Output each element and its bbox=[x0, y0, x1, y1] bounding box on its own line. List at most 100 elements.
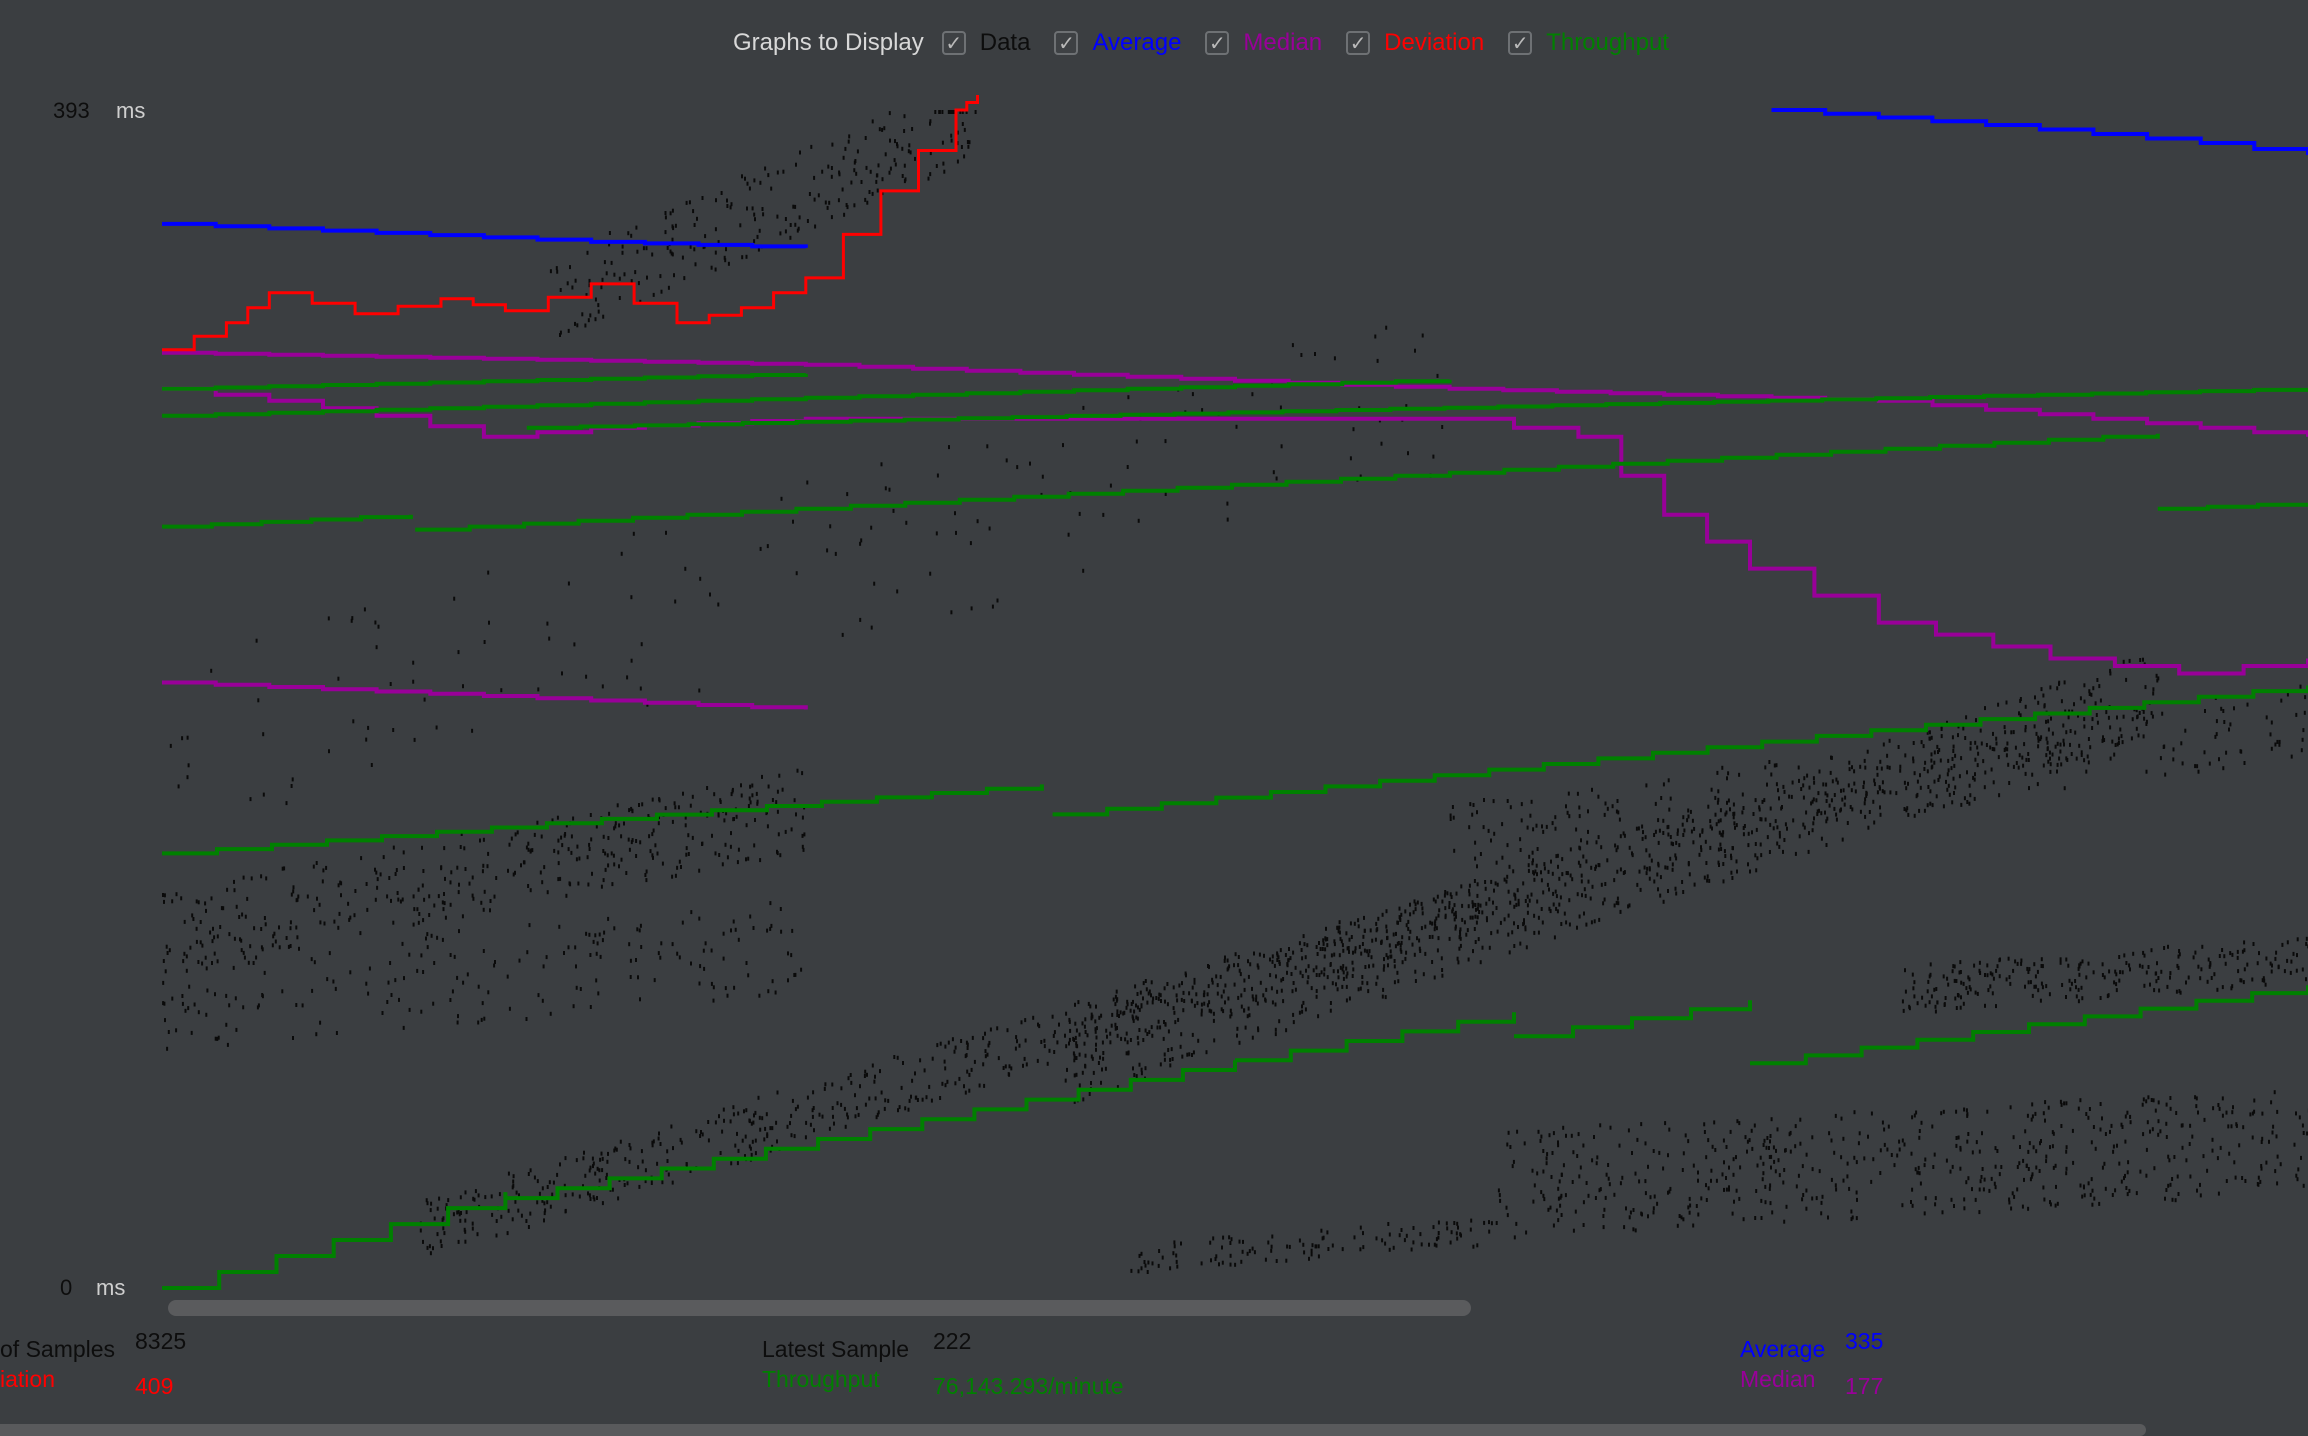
data-point bbox=[1903, 1142, 1906, 1147]
data-point bbox=[1761, 1177, 1764, 1182]
data-point bbox=[1323, 967, 1326, 972]
data-point bbox=[652, 292, 655, 297]
data-point bbox=[1146, 1270, 1149, 1274]
data-point bbox=[1994, 1146, 1997, 1151]
data-point bbox=[1760, 817, 1763, 822]
data-point bbox=[864, 1069, 867, 1074]
data-point bbox=[1486, 918, 1488, 923]
data-point bbox=[456, 975, 459, 980]
data-point bbox=[335, 1031, 338, 1035]
data-point bbox=[2290, 754, 2293, 759]
page-horizontal-scrollbar[interactable] bbox=[0, 1424, 2146, 1436]
data-point bbox=[903, 129, 906, 133]
data-point bbox=[1690, 829, 1693, 834]
data-point bbox=[1725, 1187, 1728, 1192]
data-point bbox=[1604, 882, 1607, 886]
data-point bbox=[2216, 1156, 2219, 1161]
data-point bbox=[691, 794, 694, 799]
data-point bbox=[440, 866, 443, 871]
data-point bbox=[1691, 818, 1694, 823]
data-point bbox=[2143, 716, 2146, 721]
data-point bbox=[1595, 840, 1598, 845]
data-point bbox=[1354, 946, 1357, 951]
data-point bbox=[197, 1010, 200, 1015]
data-point bbox=[2278, 742, 2281, 747]
data-point bbox=[1641, 824, 1644, 829]
data-point bbox=[1917, 1165, 1920, 1170]
data-point bbox=[488, 620, 490, 625]
data-point bbox=[1137, 518, 1140, 523]
data-point bbox=[1565, 920, 1568, 925]
data-point bbox=[751, 783, 754, 788]
data-point bbox=[2142, 950, 2145, 955]
data-point bbox=[1145, 987, 1148, 992]
data-point bbox=[1936, 744, 1939, 749]
data-point bbox=[1444, 913, 1447, 918]
data-point bbox=[1414, 902, 1417, 907]
data-point bbox=[326, 977, 329, 982]
data-point bbox=[1660, 796, 1663, 800]
data-point bbox=[192, 917, 195, 921]
data-point bbox=[726, 855, 729, 860]
data-point bbox=[745, 857, 747, 862]
data-point bbox=[2012, 968, 2015, 973]
data-point bbox=[1180, 997, 1183, 1002]
data-point bbox=[1606, 806, 1609, 811]
data-point bbox=[963, 127, 966, 132]
data-point bbox=[508, 842, 511, 847]
data-point bbox=[551, 1192, 554, 1197]
data-point bbox=[682, 791, 684, 796]
data-point bbox=[401, 941, 404, 946]
data-point bbox=[2012, 1135, 2015, 1140]
data-point bbox=[402, 1025, 405, 1030]
data-point bbox=[1923, 767, 1926, 771]
data-point bbox=[1584, 893, 1587, 898]
data-point bbox=[1765, 1145, 1768, 1150]
data-point bbox=[2236, 949, 2239, 954]
data-point bbox=[1483, 1220, 1486, 1225]
data-point bbox=[216, 1036, 219, 1041]
data-point bbox=[1383, 964, 1386, 969]
data-point bbox=[1945, 1158, 1948, 1163]
deviation-value: 409 bbox=[135, 1373, 174, 1399]
data-point bbox=[1619, 909, 1622, 914]
data-point bbox=[1325, 926, 1327, 931]
data-point bbox=[1348, 996, 1351, 1001]
data-point bbox=[563, 951, 565, 955]
data-point bbox=[565, 893, 568, 898]
data-point bbox=[2024, 704, 2027, 709]
data-point bbox=[687, 833, 690, 838]
data-point bbox=[2187, 975, 2190, 980]
data-point bbox=[212, 926, 214, 931]
data-point bbox=[1986, 963, 1989, 968]
data-point bbox=[640, 945, 643, 949]
graph-horizontal-scrollbar[interactable] bbox=[168, 1300, 1471, 1316]
data-point bbox=[1160, 999, 1162, 1003]
data-point bbox=[2054, 744, 2057, 749]
data-point bbox=[512, 1174, 515, 1179]
data-point bbox=[2058, 756, 2061, 761]
data-point bbox=[1657, 840, 1660, 845]
data-point bbox=[2129, 967, 2131, 972]
data-point bbox=[2051, 752, 2054, 757]
data-point bbox=[714, 267, 717, 272]
data-point bbox=[2034, 974, 2037, 979]
data-point bbox=[1946, 976, 1949, 981]
data-point bbox=[871, 1063, 874, 1068]
data-point bbox=[567, 847, 570, 852]
data-point bbox=[644, 1168, 647, 1173]
data-point bbox=[645, 869, 648, 874]
data-point bbox=[1662, 831, 1665, 835]
data-point bbox=[692, 209, 695, 214]
data-point bbox=[1717, 789, 1720, 794]
data-point bbox=[2012, 764, 2015, 769]
data-point bbox=[2112, 1144, 2115, 1149]
data-point bbox=[1177, 1017, 1180, 1022]
data-point bbox=[2024, 725, 2027, 729]
data-point bbox=[769, 926, 772, 931]
data-point bbox=[603, 260, 606, 265]
data-point bbox=[1841, 837, 1844, 842]
data-point bbox=[433, 961, 436, 965]
data-point bbox=[426, 1201, 429, 1206]
data-point bbox=[2147, 1095, 2150, 1100]
